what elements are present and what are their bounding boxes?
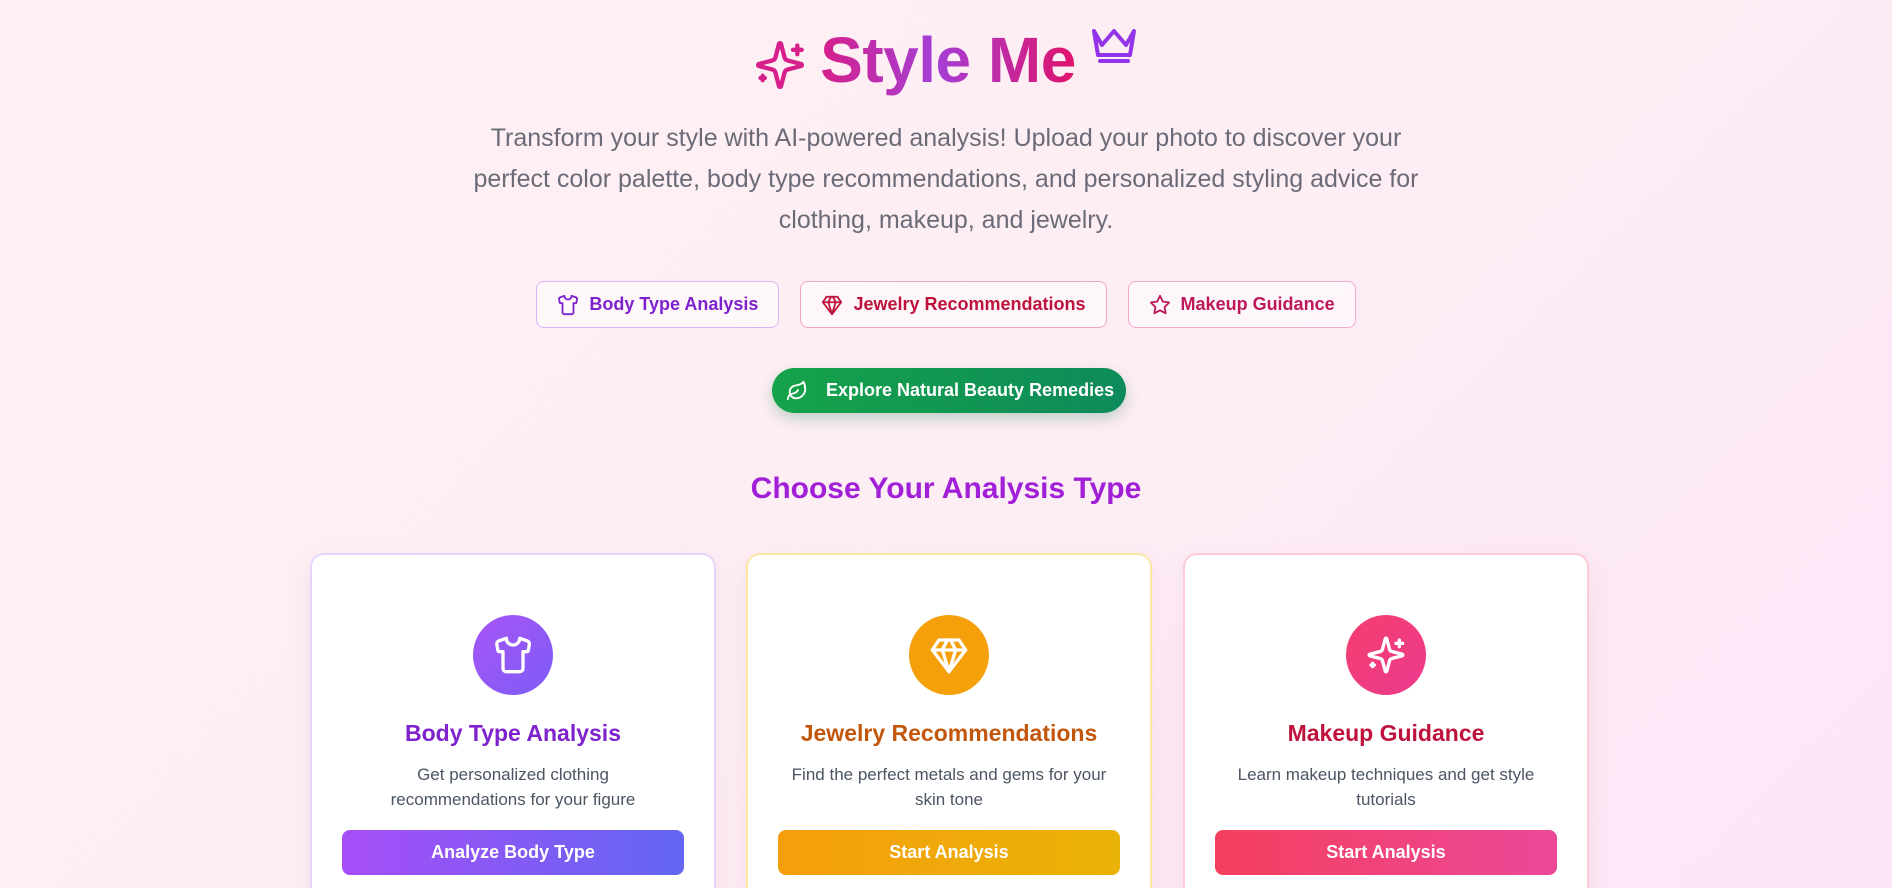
start-makeup-analysis-button[interactable]: Start Analysis: [1215, 830, 1557, 875]
hero-subtitle: Transform your style with AI-powered ana…: [473, 124, 1419, 234]
card-description: Get personalized clothing recommendation…: [390, 765, 636, 809]
button-label: Explore Natural Beauty Remedies: [826, 380, 1115, 400]
app-title: Style Me: [820, 24, 1076, 96]
card-title: Body Type Analysis: [404, 720, 621, 746]
hero-header: Style Me: [0, 22, 1892, 98]
explore-remedies-button[interactable]: Explore Natural Beauty Remedies: [772, 368, 1126, 413]
card-description: Find the perfect metals and gems for you…: [791, 765, 1107, 809]
card-icon: [473, 615, 553, 695]
shirt-icon: [558, 294, 579, 315]
leaf-icon: [786, 380, 807, 400]
card-title: Makeup Guidance: [1287, 720, 1485, 746]
card-title: Jewelry Recommendations: [800, 720, 1098, 746]
start-jewelry-analysis-button[interactable]: Start Analysis: [778, 830, 1120, 875]
gem-icon: [822, 295, 843, 315]
sparkles-icon: [756, 40, 805, 90]
pill-jewelry[interactable]: Jewelry Recommendations: [800, 281, 1107, 328]
feature-pills: Body Type Analysis Jewelry Recommendatio…: [0, 281, 1892, 328]
analyze-body-type-button[interactable]: Analyze Body Type: [342, 830, 684, 875]
landing-page: Style Me Transform your style with AI-po…: [0, 0, 1892, 888]
pill-label: Makeup Guidance: [1180, 294, 1335, 314]
crown-icon: [1091, 29, 1136, 63]
gem-icon: [930, 638, 968, 674]
card-body-type: Body Type Analysis Get personalized clot…: [310, 553, 716, 888]
card-description: Learn makeup techniques and get style tu…: [1237, 765, 1535, 809]
pill-label: Body Type Analysis: [589, 294, 759, 314]
section-title: Choose Your Analysis Type: [750, 472, 1142, 505]
star-icon: [1149, 294, 1170, 314]
card-makeup: Makeup Guidance Learn makeup techniques …: [1183, 553, 1589, 888]
card-jewelry: Jewelry Recommendations Find the perfect…: [746, 553, 1152, 888]
pill-makeup[interactable]: Makeup Guidance: [1127, 281, 1356, 328]
shirt-icon: [495, 636, 532, 674]
card-icon: [1346, 615, 1426, 695]
pill-label: Jewelry Recommendations: [853, 294, 1086, 314]
sparkles-icon: [1367, 636, 1405, 674]
card-icon: [909, 615, 989, 695]
pill-body-type[interactable]: Body Type Analysis: [536, 281, 780, 328]
